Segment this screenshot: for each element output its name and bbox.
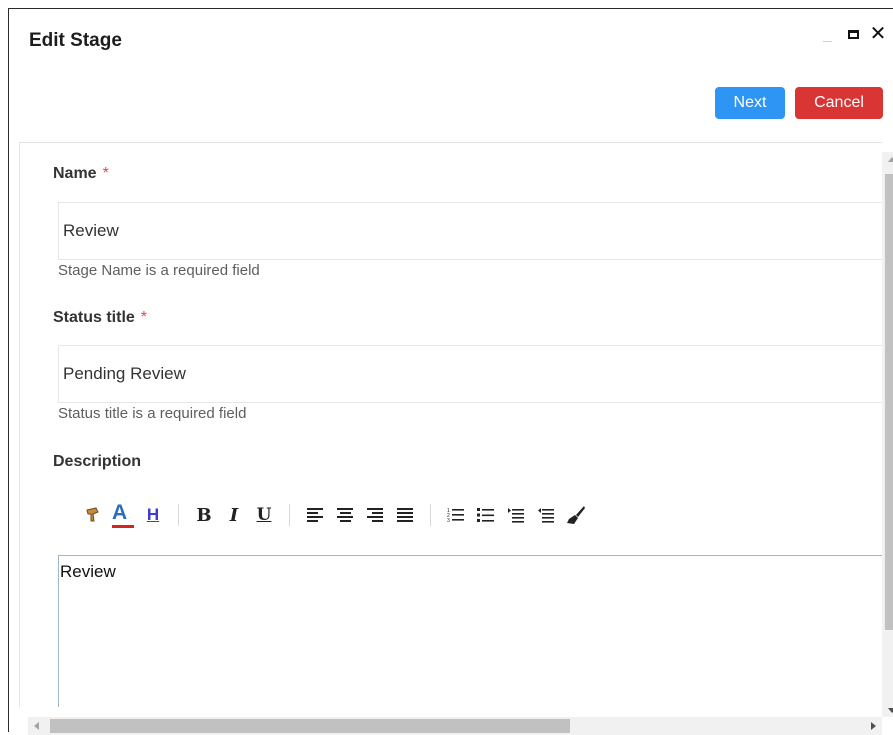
clear-formatting-icon[interactable] <box>561 501 591 529</box>
maximize-icon[interactable] <box>845 23 861 45</box>
name-label: Name * <box>53 165 109 183</box>
name-label-text: Name <box>53 165 97 182</box>
outdent-icon[interactable] <box>531 501 561 529</box>
format-painter-icon[interactable] <box>78 501 108 529</box>
dialog-title: Edit Stage <box>29 30 122 51</box>
italic-icon[interactable]: I <box>219 501 249 529</box>
ordered-list-icon[interactable]: 123 <box>441 501 471 529</box>
required-mark: * <box>140 309 148 326</box>
justify-lines <box>397 508 413 522</box>
align-left-lines <box>307 508 323 522</box>
form-content: Name * Stage Name is a required field Sta… <box>19 142 882 707</box>
highlight-icon[interactable]: H <box>138 501 168 529</box>
align-center-lines <box>337 508 353 522</box>
vertical-scroll-thumb[interactable] <box>885 174 893 630</box>
scroll-down-icon[interactable] <box>888 708 893 713</box>
justify-icon[interactable] <box>390 501 420 529</box>
edit-stage-dialog: Edit Stage ✕ Next Cancel Name * Stage Nam… <box>8 8 893 735</box>
vertical-scrollbar[interactable] <box>882 152 893 717</box>
align-right-icon[interactable] <box>360 501 390 529</box>
next-button[interactable]: Next <box>715 87 785 119</box>
toolbar-separator <box>430 504 431 526</box>
align-right-lines <box>367 508 383 522</box>
status-title-help-text: Status title is a required field <box>58 405 247 422</box>
align-left-icon[interactable] <box>300 501 330 529</box>
unordered-list-icon[interactable] <box>471 501 501 529</box>
minimize-icon[interactable] <box>821 23 833 45</box>
bold-icon[interactable]: B <box>189 501 219 529</box>
horizontal-scrollbar[interactable] <box>28 717 882 735</box>
status-title-field[interactable] <box>58 345 882 403</box>
maximize-box <box>847 29 859 39</box>
svg-text:3: 3 <box>447 518 450 524</box>
underline-icon[interactable]: U <box>249 501 279 529</box>
close-icon[interactable]: ✕ <box>869 23 887 45</box>
toolbar-separator <box>289 504 290 526</box>
status-title-label-text: Status title <box>53 309 135 326</box>
font-color-icon[interactable]: A <box>108 501 138 529</box>
indent-icon[interactable] <box>501 501 531 529</box>
editor-toolbar: A H B I U 123 <box>78 499 591 531</box>
name-input[interactable] <box>59 220 882 242</box>
name-help-text: Stage Name is a required field <box>58 262 260 279</box>
align-center-icon[interactable] <box>330 501 360 529</box>
required-mark: * <box>102 165 109 182</box>
status-title-label: Status title * <box>53 309 147 327</box>
scroll-right-icon[interactable] <box>871 722 876 730</box>
description-label: Description <box>53 453 142 470</box>
status-title-input[interactable] <box>59 363 882 385</box>
cancel-button[interactable]: Cancel <box>795 87 883 119</box>
font-color-glyph: A <box>112 502 134 528</box>
scroll-left-icon[interactable] <box>34 722 39 730</box>
horizontal-scroll-thumb[interactable] <box>50 719 570 733</box>
scroll-up-icon[interactable] <box>888 157 893 162</box>
name-field[interactable] <box>58 202 882 260</box>
toolbar-separator <box>178 504 179 526</box>
description-editor[interactable]: Review <box>58 555 882 707</box>
